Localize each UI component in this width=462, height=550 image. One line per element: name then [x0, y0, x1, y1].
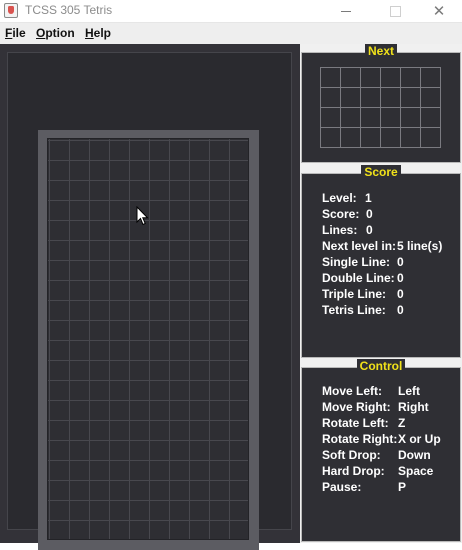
next-panel-title: Next [364, 44, 397, 58]
close-button[interactable]: ✕ [416, 0, 462, 22]
menu-option[interactable]: Option [36, 26, 75, 40]
tetris-board[interactable] [47, 138, 249, 540]
minimize-icon [341, 10, 351, 12]
menu-file[interactable]: File [5, 26, 26, 40]
control-panel-title: Control [356, 359, 406, 373]
next-piece-grid [320, 67, 441, 148]
minimize-button[interactable] [323, 0, 369, 22]
score-panel-title: Score [361, 165, 401, 179]
next-piece-panel: Next [301, 44, 461, 163]
java-app-icon [4, 3, 18, 18]
title-bar: TCSS 305 Tetris ✕ [0, 0, 462, 23]
menu-help[interactable]: Help [85, 26, 111, 40]
maximize-button[interactable] [372, 0, 418, 22]
menu-bar: File Option Help [0, 23, 462, 45]
game-area [0, 44, 300, 550]
mouse-pointer-icon [136, 206, 149, 226]
score-panel: Score Level: 1 Score: 0 Lines: 0 Next level… [301, 165, 461, 358]
control-panel: Control Move Left: Left Move Right: Right … [301, 359, 461, 542]
maximize-icon [389, 5, 401, 17]
close-icon: ✕ [432, 3, 446, 20]
window-title: TCSS 305 Tetris [25, 3, 113, 17]
